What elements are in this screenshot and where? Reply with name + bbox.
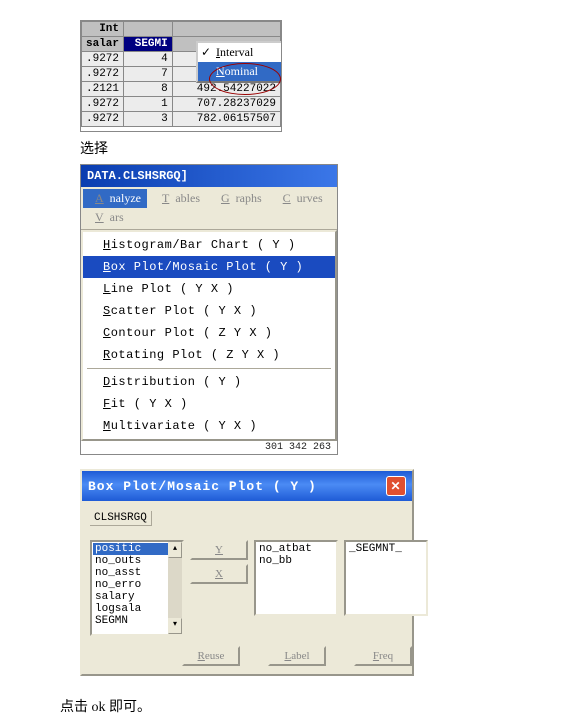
close-button[interactable]: ✕ <box>386 476 406 496</box>
scrollbar[interactable]: ▴ ▾ <box>168 542 182 634</box>
caption-text: 选择 <box>80 138 559 158</box>
cell[interactable]: 782.06157507 <box>172 112 280 127</box>
scroll-down-icon[interactable]: ▾ <box>168 618 182 634</box>
cell[interactable]: 3 <box>124 112 173 127</box>
cell[interactable]: 8 <box>124 82 173 97</box>
mi-histogram[interactable]: Histogram/Bar Chart ( Y ) <box>83 234 335 256</box>
col-header-salar[interactable]: salar <box>82 37 124 52</box>
mi-distribution[interactable]: Distribution ( Y ) <box>83 371 335 393</box>
freq-button[interactable]: Freq <box>354 646 412 666</box>
mi-contour[interactable]: Contour Plot ( Z Y X ) <box>83 322 335 344</box>
list-item[interactable]: _SEGMNT_ <box>347 543 425 555</box>
mi-boxplot[interactable]: Box Plot/Mosaic Plot ( Y ) <box>83 256 335 278</box>
cell[interactable]: .9272 <box>82 112 124 127</box>
col-header-segm[interactable]: SEGMI <box>124 37 173 52</box>
cell[interactable]: 1 <box>124 97 173 112</box>
caption-text-2: 点击 ok 即可。 <box>0 686 569 726</box>
label-button[interactable]: Label <box>268 646 326 666</box>
data-table-screenshot: Int salar SEGMI .92724 .92727 .21218492.… <box>80 20 282 132</box>
dataset-label: CLSHSRGQ <box>90 511 152 526</box>
list-item[interactable]: no_atbat <box>257 543 335 555</box>
menu-graphs[interactable]: Graphs <box>209 189 268 208</box>
cell[interactable]: 707.28237029 <box>172 97 280 112</box>
menu-vars[interactable]: Vars <box>83 208 130 227</box>
col-header-blank[interactable] <box>124 22 173 37</box>
cell[interactable]: .9272 <box>82 52 124 67</box>
checkmark-icon: ✓ <box>201 45 211 60</box>
x-listbox[interactable]: _SEGMNT_ <box>344 540 428 616</box>
cell[interactable]: 4 <box>124 52 173 67</box>
y-listbox[interactable]: no_atbat no_bb <box>254 540 338 616</box>
menu-bar: Analyze Tables Graphs Curves Vars <box>81 187 337 230</box>
analyze-dropdown: Histogram/Bar Chart ( Y ) Box Plot/Mosai… <box>81 230 337 441</box>
menu-item-interval[interactable]: ✓ Interval <box>198 43 282 62</box>
variables-listbox[interactable]: positic no_outs no_asst no_erro salary l… <box>90 540 184 636</box>
dialog-title-bar: Box Plot/Mosaic Plot ( Y ) ✕ <box>82 471 412 501</box>
window-title: DATA.CLSHSRGQ] <box>81 165 337 187</box>
scroll-up-icon[interactable]: ▴ <box>168 542 182 558</box>
mi-multivariate[interactable]: Multivariate ( Y X ) <box>83 415 335 437</box>
menu-item-nominal[interactable]: Nominal <box>198 62 282 81</box>
measurement-type-menu: ✓ Interval Nominal <box>196 41 282 83</box>
scroll-track[interactable] <box>168 558 182 618</box>
menu-tables[interactable]: Tables <box>150 189 206 208</box>
y-button[interactable]: Y <box>190 540 248 560</box>
status-numbers: 301 342 263 <box>81 441 337 454</box>
menu-curves[interactable]: Curves <box>271 189 329 208</box>
cell[interactable]: 7 <box>124 67 173 82</box>
cell[interactable]: .9272 <box>82 67 124 82</box>
cell[interactable]: .9272 <box>82 97 124 112</box>
boxplot-dialog: Box Plot/Mosaic Plot ( Y ) ✕ CLSHSRGQ po… <box>80 469 414 676</box>
mi-rotating[interactable]: Rotating Plot ( Z Y X ) <box>83 344 335 366</box>
analyze-menu-screenshot: DATA.CLSHSRGQ] Analyze Tables Graphs Cur… <box>80 164 338 455</box>
menu-separator <box>87 368 331 369</box>
close-icon: ✕ <box>390 479 401 494</box>
x-button[interactable]: X <box>190 564 248 584</box>
col-header-blank2[interactable] <box>172 22 280 37</box>
mi-scatter[interactable]: Scatter Plot ( Y X ) <box>83 300 335 322</box>
reuse-button[interactable]: Reuse <box>182 646 240 666</box>
mi-lineplot[interactable]: Line Plot ( Y X ) <box>83 278 335 300</box>
dialog-title: Box Plot/Mosaic Plot ( Y ) <box>88 479 317 494</box>
cell[interactable]: .2121 <box>82 82 124 97</box>
list-item[interactable]: no_bb <box>257 555 335 567</box>
menu-analyze[interactable]: Analyze <box>83 189 147 208</box>
col-header-int[interactable]: Int <box>82 22 124 37</box>
cell[interactable]: 492.54227022 <box>172 82 280 97</box>
mi-fit[interactable]: Fit ( Y X ) <box>83 393 335 415</box>
